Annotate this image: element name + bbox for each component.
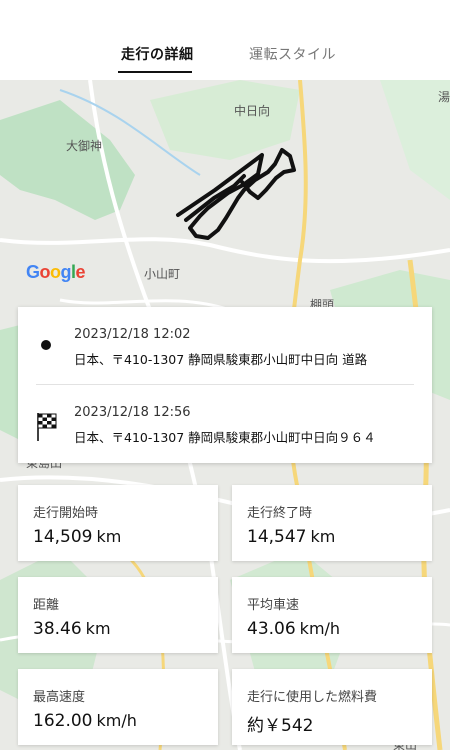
end-time: 2023/12/18 12:56 <box>74 405 191 420</box>
map-place-label: 小山町 <box>144 267 181 281</box>
stat-value: 162.00 km/h <box>33 711 137 731</box>
tab-driving-style[interactable]: 運転スタイル <box>249 44 336 64</box>
tab-trip-details[interactable]: 走行の詳細 <box>121 44 194 64</box>
route-start-row: 2023/12/18 12:02 日本、〒410-1307 静岡県駿東郡小山町中… <box>18 307 432 379</box>
stat-card-fuel-cost: 走行に使用した燃料費 約￥542 <box>232 669 432 745</box>
stat-card-distance: 距離 38.46 km <box>18 577 218 653</box>
stat-card-odometer-start: 走行開始時 14,509 km <box>18 485 218 561</box>
stat-card-odometer-end: 走行終了時 14,547 km <box>232 485 432 561</box>
stat-label: 走行終了時 <box>247 506 313 521</box>
tab-bar: 走行の詳細 運転スタイル <box>0 0 450 80</box>
route-end-row: 2023/12/18 12:56 日本、〒410-1307 静岡県駿東郡小山町中… <box>18 385 432 457</box>
route-track <box>176 148 296 240</box>
stat-value: 約￥542 <box>247 716 314 736</box>
stat-label: 走行開始時 <box>33 506 99 521</box>
google-logo: Google <box>26 262 86 282</box>
stat-value: 14,509 km <box>33 527 122 547</box>
stat-label: 平均車速 <box>247 598 300 613</box>
stat-card-average-speed: 平均車速 43.06 km/h <box>232 577 432 653</box>
map-place-label: 大御神 <box>66 139 103 153</box>
map-place-label: 湯 <box>438 90 450 104</box>
map-place-label: 中日向 <box>234 104 271 118</box>
start-address: 日本、〒410-1307 静岡県駿東郡小山町中日向 道路 <box>74 352 368 367</box>
end-address: 日本、〒410-1307 静岡県駿東郡小山町中日向９６４ <box>74 430 376 445</box>
stat-label: 走行に使用した燃料費 <box>247 690 378 705</box>
route-card: 2023/12/18 12:02 日本、〒410-1307 静岡県駿東郡小山町中… <box>18 307 432 463</box>
checkered-flag-icon <box>37 413 57 441</box>
stat-label: 最高速度 <box>33 690 86 705</box>
stat-value: 43.06 km/h <box>247 619 341 639</box>
stat-card-max-speed: 最高速度 162.00 km/h <box>18 669 218 745</box>
start-time: 2023/12/18 12:02 <box>74 327 191 342</box>
stat-label: 距離 <box>33 598 60 613</box>
stat-value: 14,547 km <box>247 527 336 547</box>
active-tab-indicator <box>118 71 192 73</box>
stat-value: 38.46 km <box>33 619 111 639</box>
start-dot-icon <box>41 340 51 350</box>
